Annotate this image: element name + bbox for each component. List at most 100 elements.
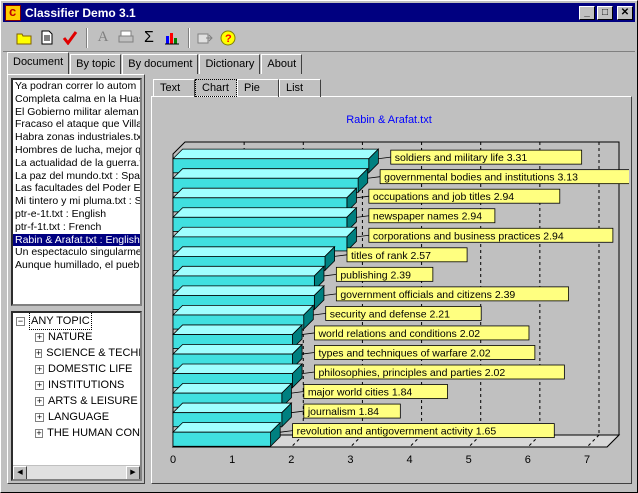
data-label-text: occupations and job titles 2.94 xyxy=(373,191,514,203)
expand-icon[interactable]: + xyxy=(35,332,44,342)
tree-item[interactable]: + SCIENCE & TECHN xyxy=(13,345,140,361)
list-item[interactable]: Fracaso el ataque que Villa xyxy=(13,118,140,131)
help-icon[interactable]: ? xyxy=(217,27,239,49)
close-button[interactable]: ✕ xyxy=(617,5,633,20)
data-label: major world cities 1.84 xyxy=(291,384,448,399)
tree-item[interactable]: + DOMESTIC LIFE xyxy=(13,361,140,377)
tree-root-item[interactable]: − ANY TOPIC xyxy=(13,313,140,330)
list-item[interactable]: Hombres de lucha, mejor qu xyxy=(13,144,140,157)
data-label-text: journalism 1.84 xyxy=(307,406,379,418)
list-item[interactable]: Habra zonas industriales.txt xyxy=(13,131,140,144)
list-item[interactable]: ptr-e-1t.txt : English xyxy=(13,208,140,221)
toolbar-separator xyxy=(188,27,190,48)
list-item[interactable]: Ya podran correr lo autom xyxy=(13,80,140,93)
data-label: publishing 2.39 xyxy=(323,266,434,282)
tab-list[interactable]: List xyxy=(279,79,321,97)
x-tick-label: 4 xyxy=(407,454,413,466)
tab-text[interactable]: Text xyxy=(153,79,195,97)
list-item[interactable]: El Gobierno militar aleman a xyxy=(13,106,140,119)
x-tick-label: 7 xyxy=(584,454,590,466)
list-item[interactable]: Aunque humillado, el puebl xyxy=(13,259,140,272)
data-label: types and techniques of warfare 2.02 xyxy=(302,345,536,360)
expand-icon[interactable]: + xyxy=(35,428,44,438)
window-title: Classifier Demo 3.1 xyxy=(25,5,136,20)
x-tick-label: 0 xyxy=(170,454,176,466)
tree-item-label: THE HUMAN CON xyxy=(47,427,140,439)
bar-chart-icon[interactable] xyxy=(161,27,183,49)
data-label-text: types and techniques of warfare 2.02 xyxy=(318,347,490,359)
data-label: world relations and conditions 2.02 xyxy=(302,325,530,341)
list-item[interactable]: Completa calma en la Huas xyxy=(13,93,140,106)
checkmark-icon[interactable] xyxy=(59,27,81,49)
expand-icon[interactable]: + xyxy=(35,396,44,406)
new-document-icon[interactable] xyxy=(36,27,58,49)
list-item[interactable]: La paz del mundo.txt : Span xyxy=(13,170,140,183)
chart-area: Rabin & Arafat.txt soldiers and military … xyxy=(157,102,631,480)
export-icon[interactable] xyxy=(194,27,216,49)
title-bar[interactable]: Classifier Demo 3.1 _ □ ✕ xyxy=(3,3,635,22)
tab-by-topic[interactable]: By topic xyxy=(70,54,122,74)
data-label-text: security and defense 2.21 xyxy=(330,308,450,320)
topic-tree[interactable]: − ANY TOPIC + NATURE + SCIENCE & TECHN + DOME… xyxy=(11,311,142,481)
tab-pie[interactable]: Pie xyxy=(237,79,279,97)
x-tick-label: 5 xyxy=(466,454,472,466)
tree-item[interactable]: + NATURE xyxy=(13,329,140,345)
data-label: security and defense 2.21 xyxy=(313,306,482,321)
horizontal-scrollbar[interactable]: ◀ ▶ xyxy=(13,465,140,479)
chart-bar[interactable] xyxy=(172,421,282,448)
sigma-icon[interactable]: Σ xyxy=(138,27,160,49)
data-label-text: philosophies, principles and parties 2.0… xyxy=(318,367,505,379)
document-panel: Ya podran correr lo autom Completa calma … xyxy=(7,74,145,484)
x-tick-label: 6 xyxy=(525,454,531,466)
tree-root-label: ANY TOPIC xyxy=(29,313,92,330)
data-label-text: titles of rank 2.57 xyxy=(351,250,431,262)
list-item[interactable]: La actualidad de la guerra.t xyxy=(13,157,140,170)
tree-item[interactable]: + THE HUMAN CON xyxy=(13,425,140,441)
list-item[interactable]: Un espectaculo singularme xyxy=(13,246,140,259)
open-folder-icon[interactable] xyxy=(13,27,35,49)
tree-item[interactable]: + LANGUAGE xyxy=(13,409,140,425)
data-label: government officials and citizens 2.39 xyxy=(323,286,569,302)
data-label: governmental bodies and institutions 3.1… xyxy=(367,169,631,185)
tree-item[interactable]: + ARTS & LEISURE xyxy=(13,393,140,409)
data-label-text: newspaper names 2.94 xyxy=(373,211,482,223)
maximize-button[interactable]: □ xyxy=(597,5,613,20)
tab-document[interactable]: Document xyxy=(7,52,70,74)
view-tabs: Text Chart Pie List xyxy=(153,79,321,97)
document-list[interactable]: Ya podran correr lo autom Completa calma … xyxy=(11,78,142,306)
print-icon[interactable] xyxy=(115,27,137,49)
expand-icon[interactable]: + xyxy=(35,348,43,358)
tree-item-label: ARTS & LEISURE xyxy=(48,395,138,407)
data-label: philosophies, principles and parties 2.0… xyxy=(302,364,565,380)
expand-icon[interactable]: + xyxy=(35,412,44,422)
data-label-text: revolution and antigovernment activity 1… xyxy=(297,426,497,438)
tree-item[interactable]: + INSTITUTIONS xyxy=(13,377,140,393)
tree-item-label: LANGUAGE xyxy=(48,411,110,423)
font-icon[interactable]: A xyxy=(92,27,114,49)
tab-chart[interactable]: Chart xyxy=(195,79,237,97)
expand-icon[interactable]: + xyxy=(35,380,44,390)
minimize-button[interactable]: _ xyxy=(579,5,595,20)
scroll-right-icon[interactable]: ▶ xyxy=(126,466,140,479)
tree-item-label: NATURE xyxy=(48,331,93,343)
list-item[interactable]: Rabin & Arafat.txt : English xyxy=(13,233,140,247)
tab-by-document[interactable]: By document xyxy=(122,54,199,74)
collapse-icon[interactable]: − xyxy=(16,316,25,326)
help-glyph: ? xyxy=(225,33,232,45)
bar-chart: Rabin & Arafat.txt soldiers and military … xyxy=(170,114,631,466)
list-item[interactable]: Las facultades del Poder E xyxy=(13,182,140,195)
data-label: revolution and antigovernment activity 1… xyxy=(280,423,555,439)
data-label: occupations and job titles 2.94 xyxy=(356,188,561,204)
tab-about[interactable]: About xyxy=(261,54,303,74)
x-tick-label: 3 xyxy=(347,454,353,466)
scroll-left-icon[interactable]: ◀ xyxy=(13,466,27,479)
tree-item-label: SCIENCE & TECHN xyxy=(46,347,142,359)
expand-icon[interactable]: + xyxy=(35,364,44,374)
list-item[interactable]: ptr-f-1t.txt : French xyxy=(13,221,140,234)
data-label-text: governmental bodies and institutions 3.1… xyxy=(384,172,578,184)
list-item[interactable]: Mi tintero y mi pluma.txt : Sp xyxy=(13,195,140,208)
data-label: corporations and business practices 2.94 xyxy=(356,227,614,243)
tab-dictionary[interactable]: Dictionary xyxy=(199,54,261,74)
data-label: newspaper names 2.94 xyxy=(356,208,496,224)
data-label-text: world relations and conditions 2.02 xyxy=(317,328,480,340)
